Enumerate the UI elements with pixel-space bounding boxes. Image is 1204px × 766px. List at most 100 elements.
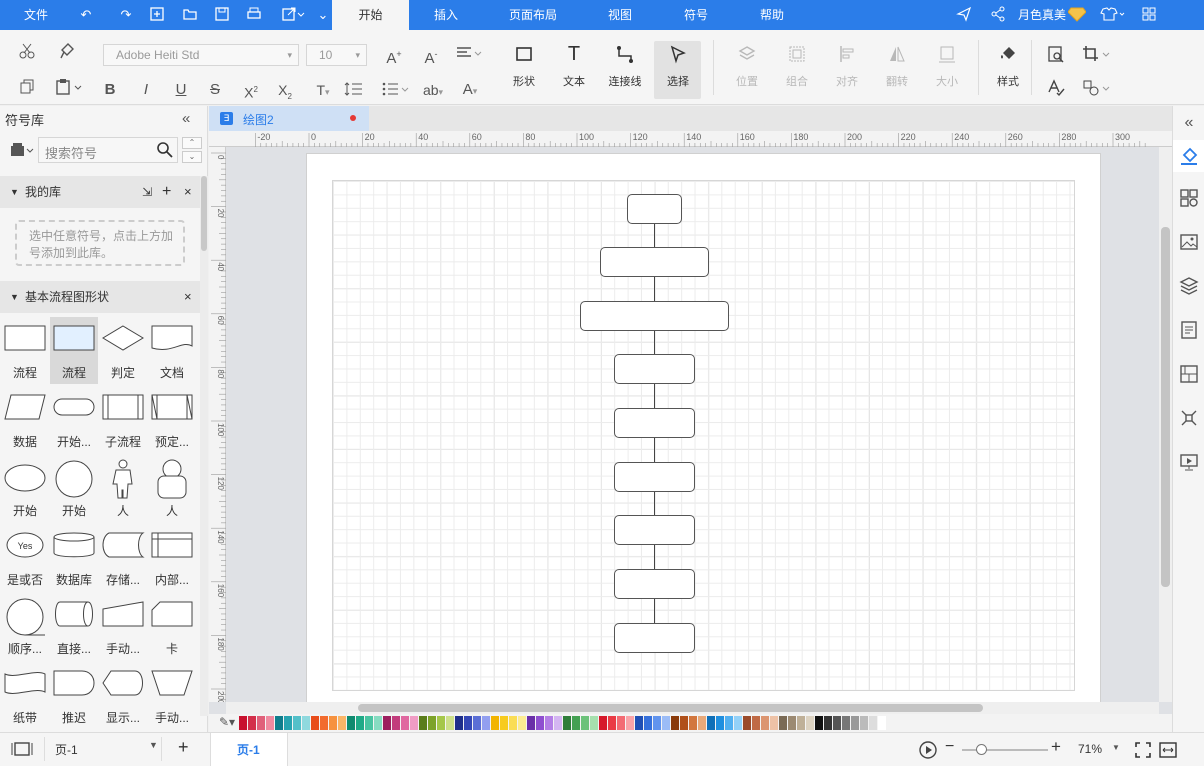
color-swatch[interactable]: [626, 716, 634, 730]
color-swatch[interactable]: [383, 716, 391, 730]
color-swatch[interactable]: [725, 716, 733, 730]
library-scrollbar[interactable]: [200, 176, 208, 716]
increase-font-icon[interactable]: A+: [383, 44, 405, 69]
tab-insert[interactable]: 插入: [422, 0, 470, 30]
flip-tool-label[interactable]: 翻转: [877, 73, 917, 89]
undo-icon[interactable]: ↶: [77, 6, 95, 24]
color-swatch[interactable]: [482, 716, 490, 730]
subscript-icon[interactable]: X2: [274, 80, 296, 107]
menu-file[interactable]: 文件: [14, 0, 58, 30]
library-manage-icon[interactable]: [10, 142, 34, 160]
color-swatch[interactable]: [815, 716, 823, 730]
replace-shape-icon[interactable]: [1080, 78, 1112, 104]
shape-display[interactable]: 显示...: [99, 662, 147, 729]
group-tool-label[interactable]: 组合: [777, 73, 817, 89]
fit-width-icon[interactable]: [1158, 741, 1178, 762]
color-swatch[interactable]: [680, 716, 688, 730]
color-swatch[interactable]: [653, 716, 661, 730]
color-swatch[interactable]: [581, 716, 589, 730]
share-icon[interactable]: [989, 6, 1007, 24]
color-swatch[interactable]: [527, 716, 535, 730]
vertical-scrollbar[interactable]: [1159, 147, 1172, 702]
color-swatch[interactable]: [599, 716, 607, 730]
vertical-scroll-thumb[interactable]: [1161, 227, 1170, 587]
text-icon[interactable]: T: [563, 44, 585, 64]
color-swatch[interactable]: [851, 716, 859, 730]
collapse-panel-icon[interactable]: «: [182, 110, 190, 127]
color-swatch[interactable]: [788, 716, 796, 730]
position-tool-label[interactable]: 位置: [727, 73, 767, 89]
user-name[interactable]: 月色真美: [1016, 0, 1068, 30]
tab-page-layout[interactable]: 页面布局: [500, 0, 566, 30]
shape-process[interactable]: 流程: [1, 317, 49, 384]
symbol-search-box[interactable]: 搜索符号: [38, 137, 178, 163]
spell-check-icon[interactable]: [1045, 78, 1067, 104]
send-icon[interactable]: [955, 6, 973, 24]
font-name-select[interactable]: Adobe Heiti Std ▾: [103, 44, 299, 66]
text-tool-label[interactable]: 文本: [554, 73, 594, 89]
shape-subprocess[interactable]: 子流程: [99, 386, 147, 453]
color-swatch[interactable]: [356, 716, 364, 730]
quick-access-menu-icon[interactable]: ⌄: [314, 6, 332, 24]
flowchart-box-3[interactable]: [580, 301, 729, 331]
select-arrow-icon[interactable]: [667, 44, 689, 70]
close-icon[interactable]: ×: [184, 281, 192, 313]
page-selector[interactable]: 页-1 ▼: [44, 737, 162, 761]
color-swatch[interactable]: [806, 716, 814, 730]
expand-panel-icon[interactable]: «: [1179, 114, 1199, 134]
align-icon[interactable]: [836, 44, 858, 70]
open-folder-icon[interactable]: [181, 6, 199, 24]
color-swatch[interactable]: [743, 716, 751, 730]
shape-person[interactable]: 人: [99, 455, 147, 522]
group-icon[interactable]: [786, 44, 808, 70]
color-swatch[interactable]: [662, 716, 670, 730]
zoom-menu-chevron-icon[interactable]: ▼: [1112, 743, 1120, 752]
tab-home[interactable]: 开始: [332, 0, 409, 30]
print-icon[interactable]: [245, 6, 263, 24]
crop-icon[interactable]: [1080, 44, 1112, 70]
add-page-icon[interactable]: +: [178, 737, 189, 758]
zoom-slider-track[interactable]: [962, 749, 1048, 751]
add-icon[interactable]: +: [162, 176, 171, 208]
page-tab-active[interactable]: 页-1: [210, 733, 288, 766]
color-swatch[interactable]: [752, 716, 760, 730]
shape-manual-input[interactable]: 手动...: [99, 593, 147, 660]
color-swatch[interactable]: [698, 716, 706, 730]
color-swatch[interactable]: [617, 716, 625, 730]
font-size-select[interactable]: 10 ▾: [306, 44, 367, 66]
horizontal-scroll-thumb[interactable]: [358, 704, 983, 712]
strikethrough-icon[interactable]: S: [205, 80, 225, 100]
color-swatch[interactable]: [284, 716, 292, 730]
apps-grid-icon[interactable]: [1140, 6, 1158, 24]
line-spacing-icon[interactable]: [342, 80, 372, 104]
shape-yes-no[interactable]: Yes 是或否: [1, 524, 49, 591]
color-swatch[interactable]: [707, 716, 715, 730]
shape-start-circle[interactable]: 开始: [50, 455, 98, 522]
color-swatch[interactable]: [770, 716, 778, 730]
color-swatch[interactable]: [428, 716, 436, 730]
color-swatch[interactable]: [590, 716, 598, 730]
color-swatch[interactable]: [869, 716, 877, 730]
color-swatch[interactable]: [437, 716, 445, 730]
image-panel-icon[interactable]: [1179, 232, 1199, 252]
redo-icon[interactable]: ↷: [117, 6, 135, 24]
data-panel-icon[interactable]: [1179, 364, 1199, 384]
color-swatch[interactable]: [608, 716, 616, 730]
shape-predefined[interactable]: 预定...: [148, 386, 196, 453]
page-view-icon[interactable]: [11, 741, 33, 760]
color-swatch[interactable]: [878, 716, 886, 730]
color-swatch[interactable]: [761, 716, 769, 730]
pen-color-icon[interactable]: ✎▾: [219, 715, 235, 729]
color-swatch[interactable]: [779, 716, 787, 730]
flowchart-box-2[interactable]: [600, 247, 709, 277]
bullet-list-icon[interactable]: [380, 80, 410, 104]
color-swatch[interactable]: [518, 716, 526, 730]
connector-tool-label[interactable]: 连接线: [605, 73, 645, 89]
color-swatch[interactable]: [365, 716, 373, 730]
horizontal-scrollbar[interactable]: [226, 702, 1159, 714]
color-swatch[interactable]: [302, 716, 310, 730]
color-swatch[interactable]: [320, 716, 328, 730]
color-swatch[interactable]: [689, 716, 697, 730]
shape-stored-data[interactable]: 存储...: [99, 524, 147, 591]
close-icon[interactable]: ×: [184, 176, 192, 208]
